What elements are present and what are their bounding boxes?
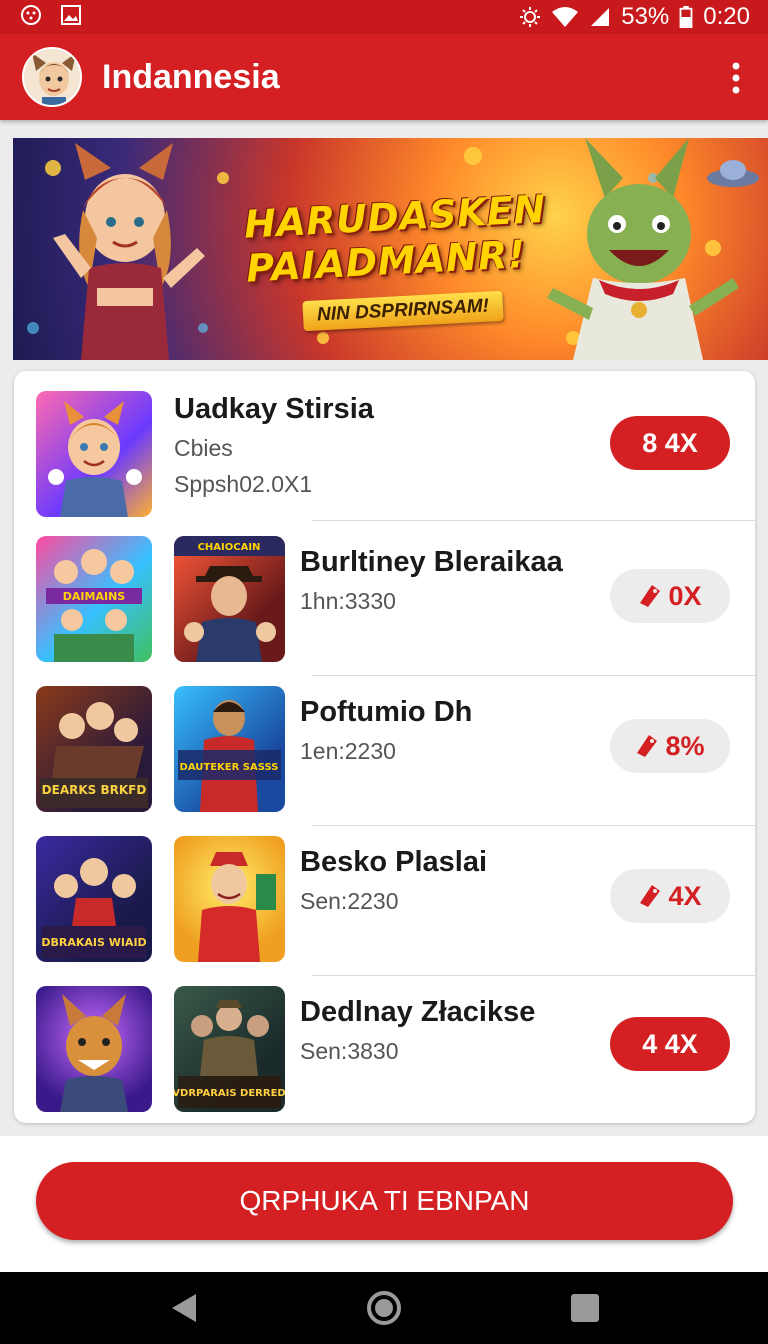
multiplier-label: 8% <box>665 730 705 761</box>
multiplier-button[interactable]: 4 4X <box>610 1017 730 1071</box>
game-thumbnail <box>36 986 152 1112</box>
primary-action-button[interactable]: QRPHUKA TI EBNPAN <box>36 1162 733 1240</box>
game-subtitle: Cbies <box>174 435 233 461</box>
game-fighter-art <box>198 852 276 962</box>
banner-headline: HARUDASKEN PAIADMANR! <box>242 186 547 291</box>
game-thumbnail <box>36 391 152 517</box>
game-cowboy-art: CHAIOCAIN <box>174 536 285 662</box>
recents-icon[interactable] <box>565 1288 605 1328</box>
thumbnail-label: DAUTEKER SASSS <box>180 762 279 773</box>
list-item[interactable]: DEARKS BRKFD DAUTEKER SASSS Poftumio Dh … <box>14 676 755 826</box>
game-wolf-art <box>60 994 128 1112</box>
system-nav-bar <box>0 1272 768 1344</box>
ufo-decoration <box>707 160 759 187</box>
multiplier-button[interactable]: 8 4X <box>610 416 730 470</box>
tag-icon <box>640 585 661 607</box>
home-icon[interactable] <box>364 1288 404 1328</box>
game-title: Burltiney Bleraikaa <box>300 546 563 578</box>
game-detail: Sppsh02.0X1 <box>174 471 313 497</box>
game-thumbnail: DBRAKAIS WIAID <box>36 836 152 962</box>
brightness-icon <box>520 7 541 27</box>
game-title: Poftumio Dh <box>300 696 473 728</box>
divider <box>312 520 755 521</box>
tag-icon <box>640 885 661 907</box>
list-item[interactable]: DBRAKAIS WIAID Besko Plaslai Sen:2230 4X <box>14 826 755 976</box>
battery-icon <box>679 6 693 28</box>
promo-banner[interactable]: HARUDASKEN PAIADMANR! NIN DSPRIRNSAM! <box>13 138 768 360</box>
game-title: Besko Plaslai <box>300 846 487 878</box>
game-group-art: DAIMAINS <box>46 549 142 662</box>
list-item[interactable]: Uadkay Stirsia Cbies Sppsh02.0X1 8 4X <box>14 371 755 521</box>
game-title: Uadkay Stirsia <box>174 393 374 425</box>
app-title: Indannesia <box>102 58 280 96</box>
multiplier-label: 0X <box>668 580 702 611</box>
game-title: Dedlnay Złacikse <box>300 996 536 1028</box>
app-bar: Indannesia <box>0 34 768 120</box>
game-subtitle: Sen:2230 <box>300 888 399 914</box>
game-subtitle: 1hn:3330 <box>300 588 396 614</box>
game-list: Uadkay Stirsia Cbies Sppsh02.0X1 8 4X DA… <box>14 371 755 1123</box>
list-item[interactable]: DAIMAINS CHAIOCAIN Burltiney Bleraikaa 1… <box>14 526 755 676</box>
multiplier-button[interactable]: 8% <box>610 719 730 773</box>
game-character-art <box>48 401 142 517</box>
game-hero-art: DAUTEKER SASSS <box>178 700 281 812</box>
avatar[interactable] <box>22 47 82 107</box>
overflow-menu-icon[interactable] <box>730 62 742 94</box>
tag-icon <box>637 735 658 757</box>
list-item[interactable]: VDRPARAIS DERRED Dedlnay Złacikse Sen:38… <box>14 976 755 1123</box>
thumbnail-label: VDRPARAIS DERRED <box>174 1088 285 1099</box>
signal-icon <box>591 8 610 26</box>
game-crew-art: DEARKS BRKFD <box>40 702 148 808</box>
game-soldier-art: VDRPARAIS DERRED <box>174 1000 285 1108</box>
battery-percent: 53% <box>621 3 670 30</box>
game-subtitle: Sen:3830 <box>300 1038 399 1064</box>
clock: 0:20 <box>703 3 750 30</box>
thumbnail-label: DEARKS BRKFD <box>42 783 147 797</box>
girl-character <box>53 143 205 360</box>
wifi-icon <box>552 7 579 27</box>
image-icon <box>61 5 81 25</box>
multiplier-button[interactable]: 0X <box>610 569 730 623</box>
thumbnail-label: CHAIOCAIN <box>198 542 261 553</box>
back-icon[interactable] <box>164 1288 204 1328</box>
game-subtitle: 1en:2230 <box>300 738 396 764</box>
multiplier-button[interactable]: 4X <box>610 869 730 923</box>
game-thumbnail: VDRPARAIS DERRED <box>174 986 285 1112</box>
game-thumbnail: DAUTEKER SASSS <box>174 686 285 812</box>
game-thumbnail: DEARKS BRKFD <box>36 686 152 812</box>
thumbnail-label: DBRAKAIS WIAID <box>41 936 146 949</box>
game-thumbnail: DAIMAINS <box>36 536 152 662</box>
notification-icon <box>21 5 41 25</box>
game-thumbnail: CHAIOCAIN <box>174 536 285 662</box>
game-thumbnail <box>174 836 285 962</box>
avatar-image <box>24 49 80 105</box>
thumbnail-label: DAIMAINS <box>63 590 125 603</box>
multiplier-label: 4X <box>668 880 702 911</box>
game-heroes-art: DBRAKAIS WIAID <box>41 858 147 958</box>
status-bar: 53% 0:20 <box>0 0 768 34</box>
